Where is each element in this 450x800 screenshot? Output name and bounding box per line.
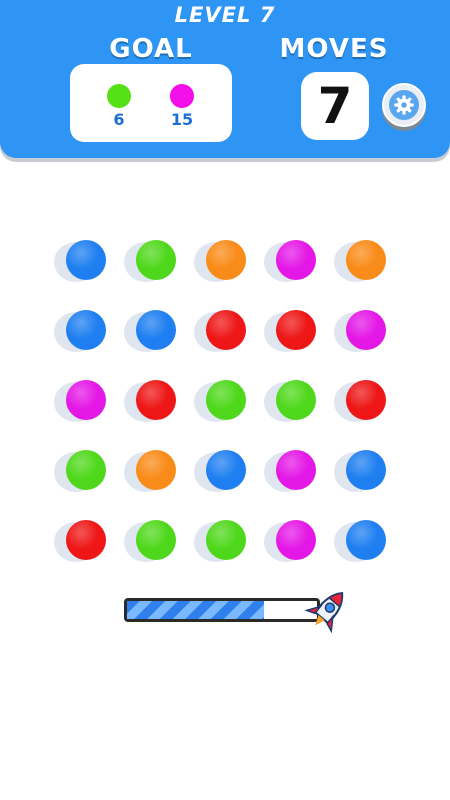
level-progress-bar [124,598,320,622]
rocket-icon [304,592,344,634]
ball-blue[interactable] [66,240,106,280]
ball-green[interactable] [136,240,176,280]
ball-red[interactable] [206,310,246,350]
ball-blue[interactable] [66,310,106,350]
ball-magenta[interactable] [276,520,316,560]
ball-green[interactable] [66,450,106,490]
ball-red[interactable] [136,380,176,420]
ball-magenta[interactable] [276,450,316,490]
progress-fill [127,601,264,619]
ball-magenta[interactable] [346,310,386,350]
ball-magenta[interactable] [276,240,316,280]
ball-blue[interactable] [346,450,386,490]
ball-green[interactable] [276,380,316,420]
ball-red[interactable] [66,520,106,560]
ball-green[interactable] [206,520,246,560]
ball-orange[interactable] [136,450,176,490]
ball-blue[interactable] [206,450,246,490]
ball-blue[interactable] [136,310,176,350]
ball-orange[interactable] [206,240,246,280]
ball-magenta[interactable] [66,380,106,420]
ball-red[interactable] [346,380,386,420]
ball-orange[interactable] [346,240,386,280]
ball-green[interactable] [136,520,176,560]
ball-blue[interactable] [346,520,386,560]
ball-grid [0,0,450,800]
ball-green[interactable] [206,380,246,420]
ball-red[interactable] [276,310,316,350]
